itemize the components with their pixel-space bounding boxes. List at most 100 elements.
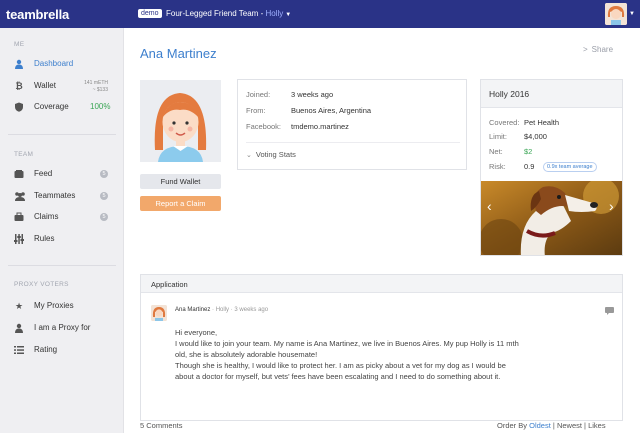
sidebar-item-teammates[interactable]: Teammates 5 xyxy=(0,189,124,205)
sidebar-item-label: Feed xyxy=(34,169,53,178)
chevron-right-icon[interactable]: › xyxy=(609,198,614,214)
comment-time: 3 weeks ago xyxy=(234,307,269,313)
sidebar-item-claims[interactable]: Claims 5 xyxy=(0,210,124,226)
profile-info-card: Joined: 3 weeks ago From: Buenos Aires, … xyxy=(237,79,467,170)
fund-wallet-button[interactable]: Fund Wallet xyxy=(140,174,221,189)
application-card: Application Ana Martinez · Holly · 3 wee… xyxy=(140,274,623,421)
sidebar-item-label: Claims xyxy=(34,212,59,221)
sidebar-item-label: Teammates xyxy=(34,191,76,200)
teambrella-logo[interactable]: teambrella xyxy=(6,7,69,22)
covered-label: Covered: xyxy=(489,118,520,127)
from-label: From: xyxy=(246,106,266,115)
share-arrow-icon: > xyxy=(583,45,588,54)
shield-icon xyxy=(14,102,24,112)
share-button[interactable]: > Share xyxy=(583,45,613,54)
sort-likes[interactable]: Likes xyxy=(588,421,606,430)
comments-count: 5 Comments xyxy=(140,421,183,430)
from-value: Buenos Aires, Argentina xyxy=(291,106,372,115)
chevron-left-icon[interactable]: ‹ xyxy=(487,198,492,214)
inbox-icon xyxy=(14,169,24,179)
star-icon: ★ xyxy=(14,301,24,311)
limit-label: Limit: xyxy=(489,132,507,141)
order-by-label: Order By xyxy=(497,421,528,430)
coverage-card-title: Holly 2016 xyxy=(489,89,530,99)
sidebar-item-my-proxies[interactable]: ★ My Proxies xyxy=(0,299,124,315)
comment-avatar[interactable] xyxy=(151,305,167,321)
demo-badge: demo xyxy=(138,9,162,18)
profile-avatar xyxy=(140,80,221,162)
sidebar-item-label: Rules xyxy=(34,234,55,243)
comment-line: I would like to join your team. My name … xyxy=(175,339,519,348)
coverage-value: 100% xyxy=(90,102,111,111)
main-content: Ana Martinez > Share Fund Wallet Report a… xyxy=(125,28,640,433)
net-label: Net: xyxy=(489,147,503,156)
net-value: $2 xyxy=(524,147,533,156)
chat-icon[interactable] xyxy=(605,307,614,317)
comment-line: Hi everyone, xyxy=(175,328,218,337)
risk-label: Risk: xyxy=(489,162,506,171)
page-title: Ana Martinez xyxy=(140,46,217,61)
sidebar-item-label: My Proxies xyxy=(34,301,74,310)
user-icon xyxy=(14,59,24,69)
sidebar-item-label: I am a Proxy for xyxy=(34,323,91,332)
pet-photo xyxy=(481,181,622,255)
wallet-usd: ~ $133 xyxy=(92,87,108,93)
sort-oldest[interactable]: Oldest xyxy=(529,421,551,430)
list-icon xyxy=(14,345,24,355)
comment-line: about a doctor for myself, but vets’ fee… xyxy=(175,372,501,381)
joined-value: 3 weeks ago xyxy=(291,90,334,99)
sidebar-divider xyxy=(8,134,116,135)
top-bar: teambrella demo Four-Legged Friend Team … xyxy=(0,0,640,28)
team-selector[interactable]: Four-Legged Friend Team - Holly ▼ xyxy=(166,9,291,18)
bitcoin-icon: ₿ xyxy=(15,81,23,91)
sidebar-divider xyxy=(8,265,116,266)
teammates-count-badge: 5 xyxy=(100,192,108,200)
comment-author[interactable]: Ana Martinez xyxy=(175,307,210,313)
sidebar-item-rules[interactable]: Rules xyxy=(0,232,124,248)
user-icon xyxy=(14,323,24,333)
sidebar-item-feed[interactable]: Feed 5 xyxy=(0,167,124,183)
covered-value: Pet Health xyxy=(524,118,560,127)
feed-count-badge: 5 xyxy=(100,170,108,178)
sidebar-item-label: Coverage xyxy=(34,102,69,111)
application-title: Application xyxy=(151,280,188,289)
info-divider xyxy=(246,142,460,143)
voting-stats-toggle[interactable]: ⌄ Voting Stats xyxy=(246,150,296,159)
report-claim-button[interactable]: Report a Claim xyxy=(140,196,221,211)
comment-sort: Order By Oldest | Newest | Likes xyxy=(497,421,606,430)
sidebar-item-label: Rating xyxy=(34,345,58,354)
user-avatar[interactable] xyxy=(605,3,627,25)
sidebar-item-dashboard[interactable]: Dashboard xyxy=(0,57,124,73)
sidebar-item-i-am-proxy[interactable]: I am a Proxy for xyxy=(0,321,124,337)
sidebar-item-label: Dashboard xyxy=(34,59,74,68)
claims-count-badge: 5 xyxy=(100,213,108,221)
joined-label: Joined: xyxy=(246,90,271,99)
risk-value: 0.9 xyxy=(524,162,535,171)
sidebar-item-coverage[interactable]: Coverage 100% xyxy=(0,100,124,116)
sidebar-section-proxy: PROXY VOTERS xyxy=(14,281,69,288)
coverage-card-header: Holly 2016 xyxy=(481,80,622,108)
briefcase-icon xyxy=(14,212,24,222)
coverage-card: Holly 2016 Covered: Pet Health Limit: $4… xyxy=(480,79,623,256)
wallet-meth: 141 mETH xyxy=(84,80,108,86)
avatar-chevron-icon[interactable]: ▼ xyxy=(629,11,635,17)
sort-newest[interactable]: Newest xyxy=(557,421,582,430)
comment-author-line: Ana Martinez · Holly · 3 weeks ago xyxy=(175,307,268,313)
sidebar-section-me: ME xyxy=(14,41,25,48)
facebook-label: Facebook: xyxy=(246,122,282,131)
team-name: Four-Legged Friend Team xyxy=(166,9,259,18)
sliders-icon xyxy=(14,234,24,244)
sidebar-section-team: TEAM xyxy=(14,151,34,158)
risk-badge: 0.9x team average xyxy=(543,162,597,172)
application-header: Application xyxy=(141,275,622,293)
comment-pet: Holly xyxy=(215,307,230,313)
comment-body: Hi everyone, I would like to join your t… xyxy=(175,327,605,382)
sidebar-item-rating[interactable]: Rating xyxy=(0,343,124,359)
facebook-value[interactable]: tmdemo.martinez xyxy=(291,122,349,131)
comment-line: old, she is absolutely adorable housemat… xyxy=(175,350,318,359)
users-icon xyxy=(14,191,25,201)
sidebar-item-wallet[interactable]: ₿ Wallet 141 mETH ~ $133 xyxy=(0,79,124,95)
chevron-down-icon: ⌄ xyxy=(246,152,252,159)
chevron-down-icon: ▼ xyxy=(285,12,292,18)
limit-value: $4,000 xyxy=(524,132,547,141)
